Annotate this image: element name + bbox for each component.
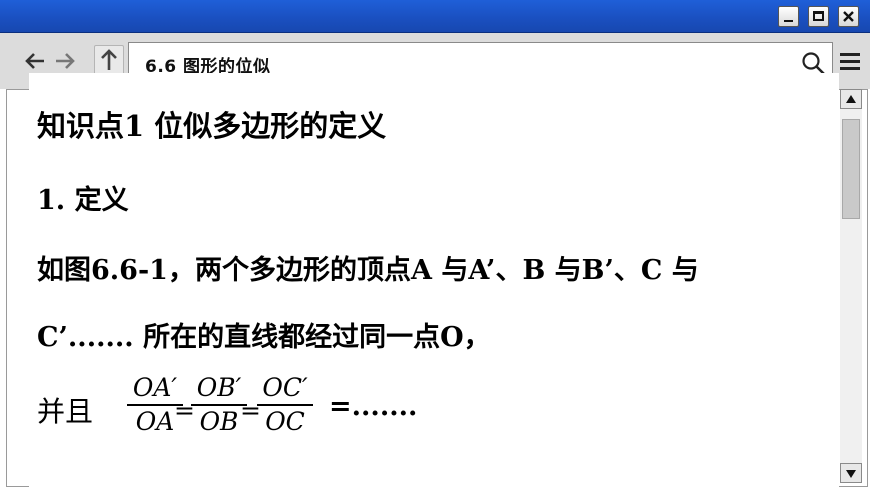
close-button[interactable] <box>838 6 859 27</box>
vertical-scrollbar[interactable] <box>840 89 862 483</box>
scroll-down-arrow-icon <box>846 470 856 478</box>
up-button[interactable] <box>94 45 124 75</box>
definition-paragraph-line2: C’....... 所在的直线都经过同一点O， <box>37 322 491 353</box>
close-icon <box>843 11 854 22</box>
hamburger-menu-icon[interactable] <box>840 53 860 71</box>
maximize-button[interactable] <box>808 6 829 27</box>
document-page: 知识点1 位似多边形的定义 1. 定义 如图6.6-1，两个多边形的顶点A 与A… <box>29 73 839 487</box>
arrow-up-icon <box>101 49 117 70</box>
scroll-down-button[interactable] <box>840 463 862 483</box>
scroll-thumb[interactable] <box>842 119 860 219</box>
definition-subheading: 1. 定义 <box>37 185 129 216</box>
fraction-bar <box>257 404 313 406</box>
maximize-icon <box>813 11 824 21</box>
fraction-oc: OC′ OC <box>255 373 315 437</box>
arrow-right-icon <box>56 53 75 69</box>
window-titlebar <box>0 0 870 33</box>
back-button[interactable] <box>24 49 46 73</box>
section-heading: 知识点1 位似多边形的定义 <box>37 109 387 143</box>
fraction-bar <box>191 404 247 406</box>
definition-paragraph-line1: 如图6.6-1，两个多边形的顶点A 与A’、B 与B’、C 与 <box>37 255 699 286</box>
minimize-button[interactable] <box>778 6 799 27</box>
scroll-up-arrow-icon <box>846 95 856 103</box>
fraction-numerator: OC′ <box>262 373 308 402</box>
forward-button[interactable] <box>54 49 76 73</box>
scroll-up-button[interactable] <box>840 89 862 109</box>
arrow-left-icon <box>25 53 44 69</box>
formula-suffix: =....... <box>329 391 418 422</box>
fraction-denominator: OC <box>265 407 305 436</box>
minimize-icon <box>784 20 793 22</box>
formula-prefix: 并且 <box>37 395 94 428</box>
